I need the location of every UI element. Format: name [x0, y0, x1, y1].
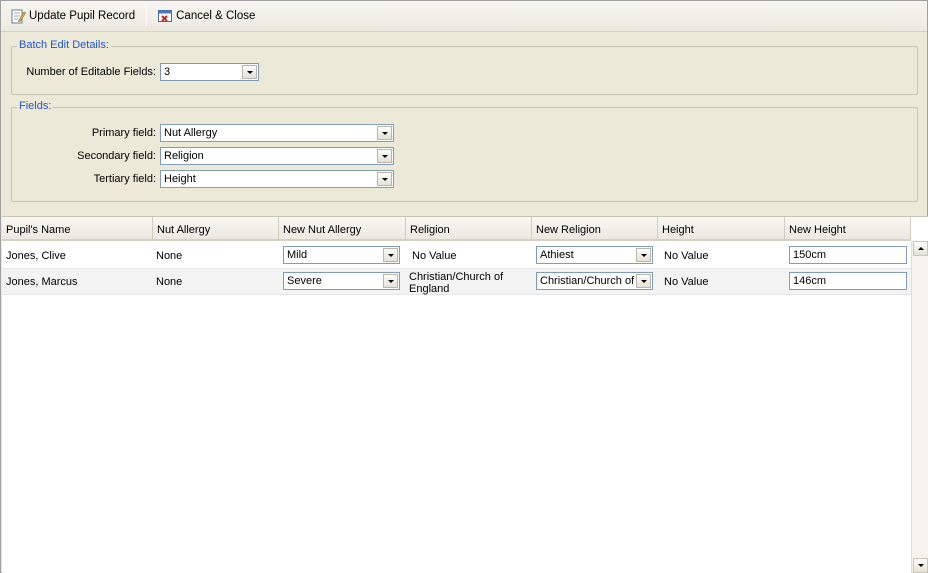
editable-fields-label: Number of Editable Fields: — [26, 66, 156, 78]
primary-field-combo[interactable]: Nut Allergy — [160, 124, 394, 142]
fields-legend: Fields: — [17, 100, 54, 112]
chevron-down-icon — [640, 253, 647, 257]
cell-height: No Value — [664, 276, 709, 288]
cell-pupil-name: Jones, Marcus — [6, 276, 78, 288]
column-header-new-height[interactable]: New Height — [785, 217, 911, 241]
table-row[interactable]: Jones, Clive None Mild No Value Athiest … — [2, 243, 911, 269]
chevron-down-icon — [381, 131, 388, 135]
chevron-down-icon — [246, 70, 253, 74]
chevron-down-icon — [917, 564, 924, 567]
fields-group: Fields: Primary field: Nut Allergy Secon… — [11, 100, 918, 202]
dropdown-button[interactable] — [242, 65, 257, 79]
column-header-new-nut-allergy[interactable]: New Nut Allergy — [279, 217, 406, 241]
cell-nut-allergy: None — [156, 276, 183, 288]
edit-document-icon — [10, 8, 26, 24]
close-window-icon — [157, 8, 173, 24]
update-pupil-record-label: Update Pupil Record — [29, 10, 136, 22]
editable-fields-combo[interactable]: 3 — [160, 63, 259, 81]
toolbar: Update Pupil Record Cancel & Close — [1, 1, 927, 32]
secondary-field-combo[interactable]: Religion — [160, 147, 394, 165]
dropdown-button[interactable] — [377, 149, 392, 163]
scroll-up-button[interactable] — [913, 241, 928, 256]
column-header-pupil-name[interactable]: Pupil's Name — [2, 217, 153, 241]
tertiary-field-value: Height — [164, 173, 196, 185]
dropdown-button[interactable] — [377, 172, 392, 186]
vertical-scrollbar[interactable] — [911, 241, 928, 573]
new-height-input[interactable]: 150cm — [789, 246, 907, 264]
column-header-religion[interactable]: Religion — [406, 217, 532, 241]
update-pupil-record-button[interactable]: Update Pupil Record — [7, 5, 138, 27]
dropdown-button[interactable] — [636, 274, 651, 288]
batch-edit-window: Update Pupil Record Cancel & Close Batch… — [0, 0, 928, 573]
secondary-field-value: Religion — [164, 150, 204, 162]
chevron-down-icon — [381, 154, 388, 158]
cell-height: No Value — [664, 250, 709, 262]
new-height-input[interactable]: 146cm — [789, 272, 907, 290]
new-religion-value: Christian/Church of — [540, 275, 635, 287]
new-nut-allergy-combo[interactable]: Severe — [283, 272, 400, 290]
column-header-new-religion[interactable]: New Religion — [532, 217, 658, 241]
chevron-down-icon — [381, 177, 388, 181]
cancel-close-button[interactable]: Cancel & Close — [154, 5, 258, 27]
new-nut-allergy-combo[interactable]: Mild — [283, 246, 400, 264]
cell-religion: No Value — [412, 250, 457, 262]
scroll-down-button[interactable] — [913, 558, 928, 573]
toolbar-separator — [146, 6, 148, 26]
batch-edit-details-group: Batch Edit Details: Number of Editable F… — [11, 39, 918, 95]
chevron-down-icon — [640, 279, 647, 283]
new-religion-value: Athiest — [540, 249, 574, 261]
batch-edit-details-legend: Batch Edit Details: — [17, 39, 111, 51]
grid-header: Pupil's Name Nut Allergy New Nut Allergy… — [2, 217, 911, 241]
tertiary-field-combo[interactable]: Height — [160, 170, 394, 188]
chevron-down-icon — [387, 253, 394, 257]
tertiary-field-label: Tertiary field: — [93, 173, 156, 185]
table-row[interactable]: Jones, Marcus None Severe Christian/Chur… — [2, 269, 911, 295]
primary-field-label: Primary field: — [91, 127, 156, 139]
chevron-up-icon — [917, 247, 924, 250]
dropdown-button[interactable] — [636, 248, 651, 262]
new-nut-allergy-value: Severe — [287, 275, 322, 287]
new-religion-combo[interactable]: Christian/Church of — [536, 272, 653, 290]
editable-fields-value: 3 — [164, 66, 171, 78]
dropdown-button[interactable] — [377, 126, 392, 140]
primary-field-value: Nut Allergy — [164, 127, 218, 139]
cell-nut-allergy: None — [156, 250, 183, 262]
cell-religion: Christian/Church of England — [409, 271, 504, 295]
dropdown-button[interactable] — [383, 274, 398, 288]
column-header-height[interactable]: Height — [658, 217, 785, 241]
cell-pupil-name: Jones, Clive — [6, 250, 66, 262]
pupil-grid: Pupil's Name Nut Allergy New Nut Allergy… — [2, 216, 928, 573]
secondary-field-label: Secondary field: — [77, 150, 156, 162]
cancel-close-label: Cancel & Close — [176, 10, 256, 22]
new-religion-combo[interactable]: Athiest — [536, 246, 653, 264]
chevron-down-icon — [387, 279, 394, 283]
dropdown-button[interactable] — [383, 248, 398, 262]
column-header-nut-allergy[interactable]: Nut Allergy — [153, 217, 279, 241]
new-nut-allergy-value: Mild — [287, 249, 308, 261]
